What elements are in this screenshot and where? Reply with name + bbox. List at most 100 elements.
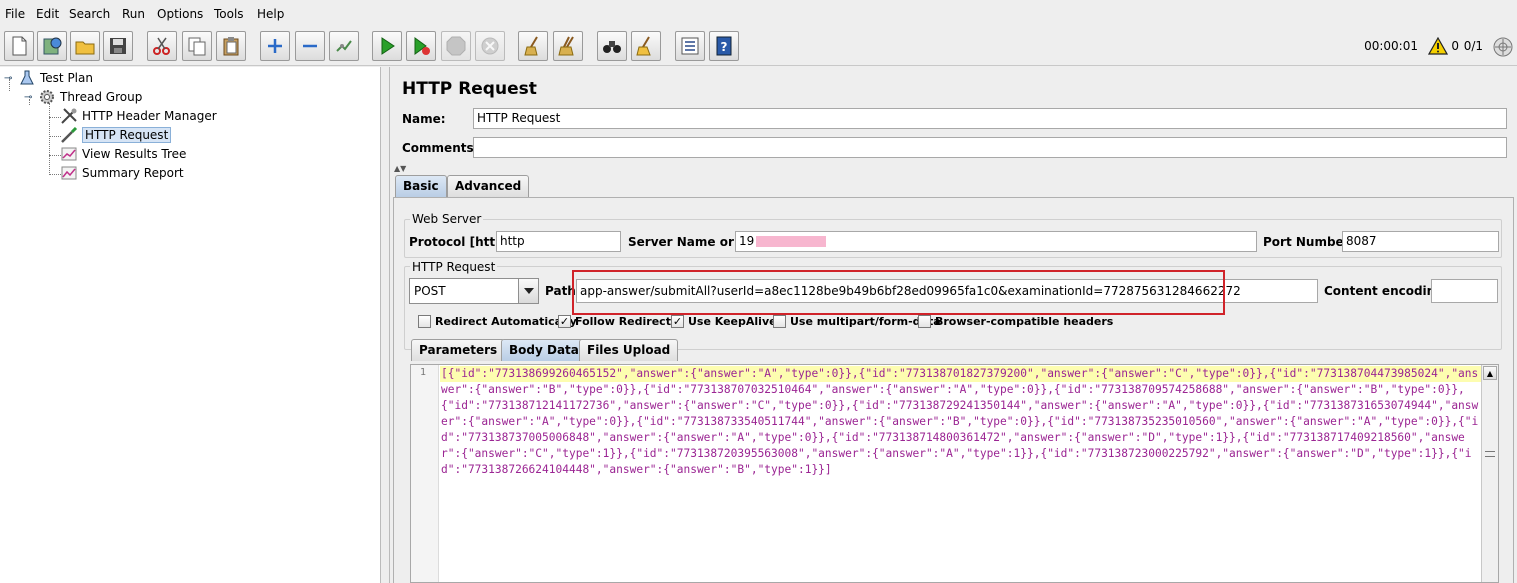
browser-compatible-headers-checkbox[interactable]: Browser-compatible headers [918, 315, 1113, 328]
elapsed-timer: 00:00:01 [1364, 39, 1418, 53]
stop-icon [446, 36, 466, 56]
tree-node-test-plan[interactable]: ⊸ Test Plan [4, 69, 93, 87]
collapse-all-button[interactable] [295, 31, 325, 61]
broom-icon [524, 36, 538, 56]
protocol-field[interactable]: http [496, 231, 621, 252]
clear-button[interactable] [518, 31, 548, 61]
panel-splitter[interactable] [380, 67, 390, 583]
tree-label: HTTP Request [82, 127, 172, 143]
menu-edit[interactable]: Edit [36, 7, 59, 21]
open-button[interactable] [70, 31, 100, 61]
toggle-icon [336, 40, 352, 52]
tree-node-summary-report[interactable]: Summary Report [60, 164, 184, 182]
new-file-icon [12, 36, 27, 56]
help-icon: ? [716, 36, 732, 56]
line-number: 1 [420, 367, 427, 378]
expand-all-button[interactable] [260, 31, 290, 61]
test-plan-icon [18, 69, 36, 87]
paste-button[interactable] [216, 31, 246, 61]
checkbox-box [418, 315, 431, 328]
comments-field[interactable] [473, 137, 1507, 158]
collapse-arrows-icon[interactable]: ▲▼ [394, 164, 406, 173]
broom-all-icon [558, 36, 574, 56]
header-manager-icon [60, 107, 78, 125]
follow-redirects-checkbox[interactable]: ✓ Follow Redirects [558, 315, 678, 328]
tab-parameters[interactable]: Parameters [411, 339, 506, 361]
name-field[interactable]: HTTP Request [473, 108, 1507, 129]
list-icon [681, 37, 699, 55]
content-encoding-field[interactable] [1431, 279, 1498, 303]
scroll-up-icon[interactable]: ▲ [1483, 366, 1497, 380]
chevron-down-icon [518, 279, 538, 303]
reset-search-button[interactable] [631, 31, 661, 61]
menu-options[interactable]: Options [157, 7, 203, 21]
templates-button[interactable] [37, 31, 67, 61]
body-data-editor[interactable]: 1 [{"id":"773138699260465152","answer":{… [410, 364, 1499, 583]
plus-icon [268, 39, 282, 53]
tab-files-upload[interactable]: Files Upload [579, 339, 679, 361]
copy-button[interactable] [182, 31, 212, 61]
use-keepalive-checkbox[interactable]: ✓ Use KeepAlive [671, 315, 777, 328]
start-no-pauses-button[interactable] [406, 31, 436, 61]
cut-button[interactable] [147, 31, 177, 61]
toggle-button[interactable] [329, 31, 359, 61]
use-multipart-checkbox[interactable]: Use multipart/form-data [773, 315, 941, 328]
checkmark-icon: ✓ [558, 315, 571, 328]
play-no-timers-icon [414, 37, 430, 55]
start-button[interactable] [372, 31, 402, 61]
port-field[interactable]: 8087 [1342, 231, 1499, 252]
function-helper-button[interactable] [675, 31, 705, 61]
save-button[interactable] [103, 31, 133, 61]
http-request-icon [60, 126, 78, 144]
menu-search[interactable]: Search [69, 7, 110, 21]
save-icon [110, 38, 126, 54]
shutdown-button[interactable] [475, 31, 505, 61]
remote-status-icon[interactable] [1492, 36, 1514, 61]
tree-node-http-request[interactable]: HTTP Request [60, 126, 172, 144]
panel-title: HTTP Request [402, 79, 537, 99]
menu-tools[interactable]: Tools [214, 7, 244, 21]
menu-bar: File Edit Search Run Options Tools Help [0, 0, 1517, 28]
tree-node-http-header-manager[interactable]: HTTP Header Manager [60, 107, 217, 125]
checkbox-label: Follow Redirects [575, 315, 678, 328]
tree-node-thread-group[interactable]: ⊸ Thread Group [24, 88, 142, 106]
warning-icon[interactable] [1427, 36, 1449, 58]
http-request-group-title: HTTP Request [410, 260, 498, 274]
thread-group-icon [38, 88, 56, 106]
scroll-grip[interactable] [1485, 451, 1495, 457]
method-select[interactable]: POST [409, 278, 539, 304]
menu-run[interactable]: Run [122, 7, 145, 21]
editor-scrollbar[interactable]: ▲ [1481, 365, 1498, 582]
http-request-panel: HTTP Request Name: HTTP Request Comments… [390, 67, 1517, 583]
toolbar: ? 00:00:01 0 0/1 [0, 28, 1517, 66]
minus-icon [303, 44, 317, 48]
tab-advanced[interactable]: Advanced [447, 175, 530, 197]
open-folder-icon [75, 41, 95, 55]
menu-file[interactable]: File [5, 7, 25, 21]
body-data-content[interactable]: [{"id":"773138699260465152","answer":{"a… [441, 366, 1481, 478]
tab-basic[interactable]: Basic [395, 175, 447, 197]
menu-help[interactable]: Help [257, 7, 284, 21]
method-value: POST [414, 284, 446, 298]
stop-button[interactable] [441, 31, 471, 61]
search-button[interactable] [597, 31, 627, 61]
shutdown-icon [481, 37, 499, 55]
server-name-field[interactable]: 19 [735, 231, 1257, 252]
help-button[interactable]: ? [709, 31, 739, 61]
server-name-value: 19 [739, 234, 755, 248]
tree-label: Thread Group [60, 90, 143, 104]
content-encoding-label: Content encoding: [1324, 284, 1449, 298]
reset-search-icon [636, 36, 651, 56]
path-highlight-annotation [572, 270, 1225, 315]
tree-label: HTTP Header Manager [82, 109, 217, 123]
new-button[interactable] [4, 31, 34, 61]
tab-body-data[interactable]: Body Data [501, 339, 587, 361]
tree-label: Test Plan [40, 71, 93, 85]
line-gutter: 1 [411, 365, 439, 582]
redirect-automatically-checkbox[interactable]: Redirect Automatically [418, 315, 577, 328]
active-threads: 0/1 [1463, 39, 1483, 53]
redacted-mask [756, 236, 827, 247]
tree-node-view-results-tree[interactable]: View Results Tree [60, 145, 186, 163]
clear-all-button[interactable] [553, 31, 583, 61]
results-tree-icon [60, 145, 78, 163]
